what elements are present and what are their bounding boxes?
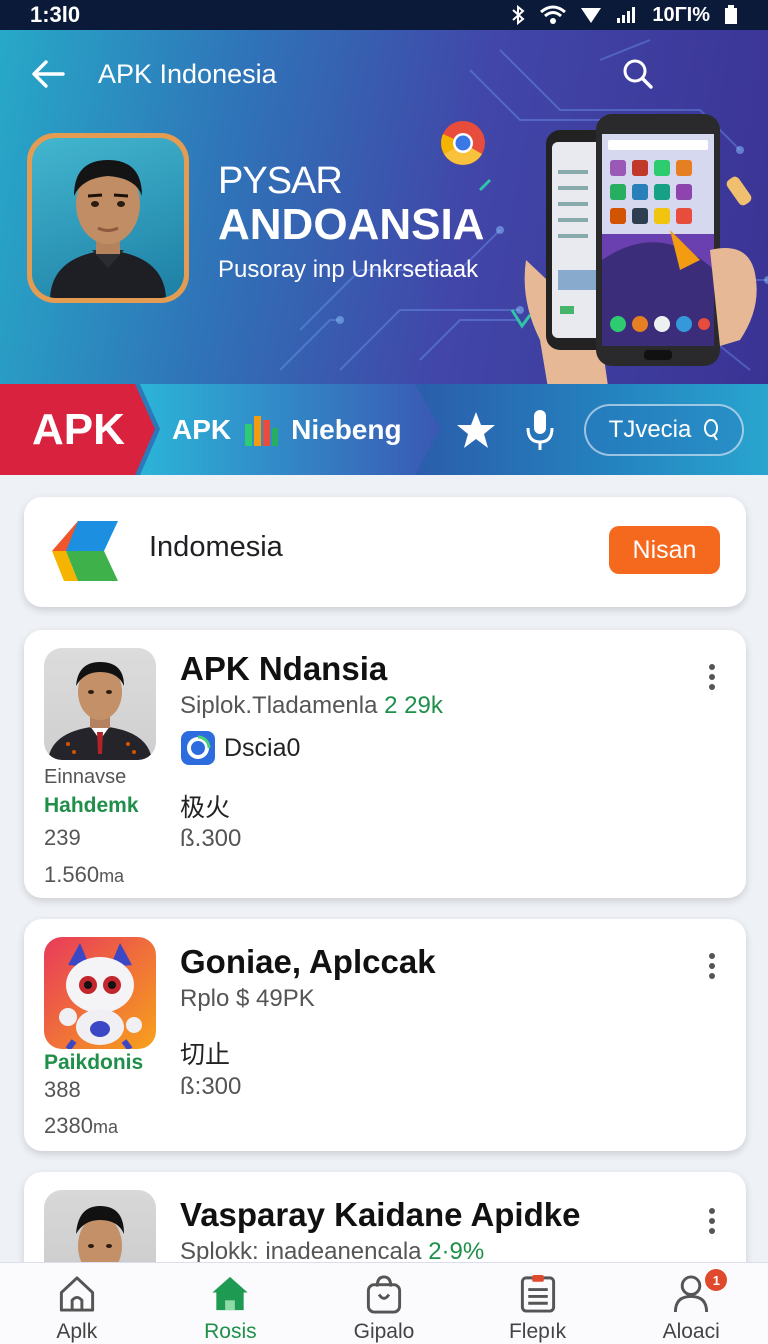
app-cjk-label: 极火 <box>180 793 231 822</box>
developer-name: Dscia0 <box>224 733 301 762</box>
search-button[interactable] <box>618 54 658 94</box>
app-downloads: 1.560ma <box>44 862 124 888</box>
app-category: Paikdonis <box>44 1051 144 1074</box>
profile-avatar <box>27 133 189 303</box>
back-button[interactable] <box>28 54 68 94</box>
app-rating-count: 388 <box>44 1077 81 1102</box>
hero-tagline: Pusoray inp Unkrsetiaak <box>218 256 479 283</box>
home-outline-icon <box>59 1276 94 1312</box>
hero-banner: APK Indonesia PYSAR ANDOANSIA Pusoray in… <box>0 30 768 384</box>
mascot-icon <box>59 943 142 1049</box>
nav-item-aplk[interactable]: Aplk <box>0 1263 154 1344</box>
nav-label: Flepık <box>508 1320 567 1343</box>
star-icon[interactable] <box>456 410 496 450</box>
bag-icon <box>366 1275 402 1314</box>
nav-item-rosis[interactable]: Rosis <box>154 1263 308 1344</box>
more-options-icon[interactable] <box>702 949 722 983</box>
app-subtitle: Rplo $ 49PK <box>180 985 315 1012</box>
nisan-button[interactable]: Nisan <box>609 526 720 574</box>
app-subtitle-text: Splokk: inadeanencala <box>180 1238 422 1265</box>
hero-title-1: PYSAR <box>218 160 343 202</box>
developer-logo-icon <box>181 731 215 765</box>
app-size-text: 2 29k <box>384 692 443 719</box>
cell-signal-icon <box>617 7 636 23</box>
bluetooth-icon <box>512 4 525 26</box>
apk-tag[interactable]: APK <box>0 384 155 475</box>
app-cjk-label: 切止 <box>180 1040 231 1069</box>
clipboard-icon <box>520 1274 555 1313</box>
app-title: Goniae, Aplccak <box>180 943 436 980</box>
more-options-icon[interactable] <box>702 1204 722 1238</box>
notification-badge: 1 <box>705 1269 728 1291</box>
app-thumbnail <box>44 937 156 1049</box>
more-options-icon[interactable] <box>702 660 722 694</box>
home-filled-icon <box>212 1276 248 1311</box>
microphone-icon[interactable] <box>524 408 556 452</box>
hero-title-2: ANDOANSIA <box>218 200 485 249</box>
bar-chart-icon <box>245 415 279 446</box>
status-time: 1:3l0 <box>30 2 81 27</box>
nav-label: Gipalo <box>353 1320 415 1343</box>
apk-text: APK <box>172 413 232 445</box>
pill-label: TJvecia <box>608 416 692 443</box>
nav-label: Rosis <box>204 1320 257 1343</box>
nav-label: Aplk <box>56 1320 98 1343</box>
nav-label: Aloaci <box>662 1320 720 1343</box>
bottom-navigation: Aplk Rosis Gipalo Flepık 1 Aloaci <box>0 1262 768 1344</box>
search-icon <box>623 59 653 89</box>
nav-item-aloaci[interactable]: 1 Aloaci <box>614 1263 768 1344</box>
nav-item-flepik[interactable]: Flepık <box>461 1263 615 1344</box>
app-downloads-value: 2380 <box>44 1113 93 1138</box>
app-price: ß:300 <box>180 1073 242 1100</box>
app-subtitle-text: Siplok.Tladamenla <box>180 692 378 719</box>
app-downloads-value: 1.560 <box>44 862 100 887</box>
person-portrait <box>50 160 166 298</box>
battery-icon <box>725 5 737 24</box>
app-rating-count: 239 <box>44 825 81 850</box>
niebeng-text: Niebeng <box>291 413 402 445</box>
developer-row: Dscia0 <box>180 730 300 766</box>
category-ribbon: APK APK Niebeng TJvecia <box>0 384 768 475</box>
person-thumbnail <box>48 662 152 760</box>
phones-illustration <box>524 114 757 384</box>
app-price: ß.300 <box>180 825 242 852</box>
search-small-icon <box>704 419 719 441</box>
niebeng-tag[interactable]: APK Niebeng <box>140 384 440 475</box>
status-icons: 10ΓΙ% <box>510 4 738 27</box>
app-card[interactable]: APK Ndansia Siplok.Tladamenla 2 29k Dsci… <box>24 630 746 898</box>
wifi-icon <box>540 5 567 24</box>
tjvecia-chip[interactable]: TJvecia <box>584 404 744 456</box>
app-title: APK Ndansia <box>180 650 388 687</box>
app-meta-1: Einnavse <box>44 766 127 788</box>
app-downloads-unit: ma <box>92 1117 118 1137</box>
app-title: Vasparay Kaidane Apidke <box>180 1196 581 1233</box>
region-label: Indomesia <box>149 531 283 563</box>
app-downloads: 2380ma <box>44 1113 118 1139</box>
page-title: APK Indonesia <box>98 58 277 89</box>
region-card[interactable]: Indomesia Nisan <box>24 497 746 607</box>
app-downloads-unit: ma <box>99 866 125 886</box>
chrome-logo-icon <box>441 121 485 165</box>
app-thumbnail <box>44 648 156 760</box>
app-subtitle: Siplok.Tladamenla 2 29k <box>180 692 443 720</box>
arrow-left-icon <box>32 60 65 88</box>
nav-item-gipalo[interactable]: Gipalo <box>307 1263 461 1344</box>
app-category: Hahdemk <box>44 794 139 817</box>
play-store-logo-icon <box>52 521 118 581</box>
status-bar: 1:3l0 10ΓΙ% <box>0 0 768 30</box>
battery-text: 10ΓΙ% <box>652 3 710 26</box>
signal-triangle-icon <box>581 8 602 23</box>
app-card[interactable]: Goniae, Aplccak Rplo $ 49PK 切止 ß:300 Pai… <box>24 919 746 1151</box>
app-size-text: 2·9% <box>428 1238 485 1265</box>
